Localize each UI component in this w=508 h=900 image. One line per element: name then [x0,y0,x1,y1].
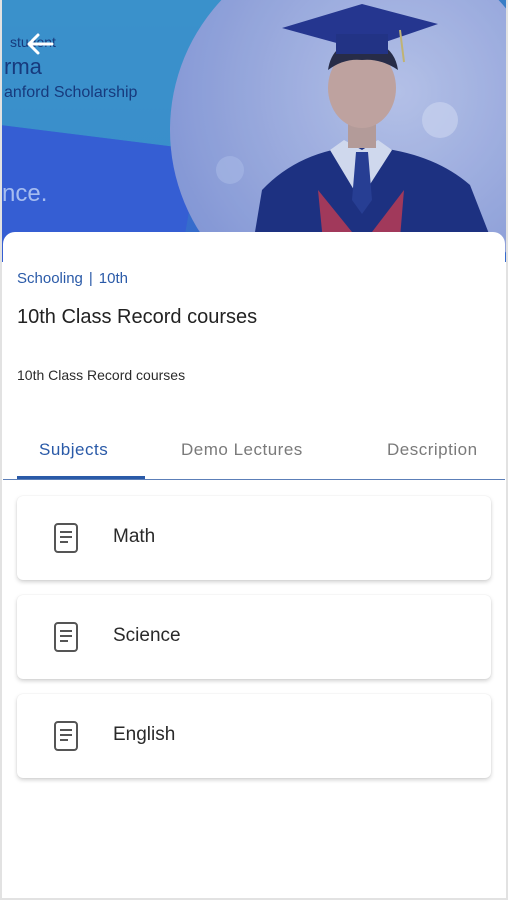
document-icon [54,721,78,751]
arrow-left-icon [27,33,54,55]
subject-card-math[interactable]: Math [17,496,491,580]
tab-description[interactable]: Description [387,440,478,460]
hero-illustration [0,0,508,262]
back-button[interactable] [22,28,58,60]
hero-caption-tagline: nce. [2,180,48,207]
course-subtitle: 10th Class Record courses [17,367,186,383]
tab-demo-lectures[interactable]: Demo Lectures [181,440,303,460]
subject-card-english[interactable]: English [17,694,491,778]
document-icon [54,622,78,652]
breadcrumb: Schooling | 10th [17,270,128,287]
active-tab-indicator [17,476,145,479]
subject-name: Science [113,625,181,646]
subject-name: English [113,724,176,745]
course-tabs: Subjects Demo Lectures Description [3,428,505,480]
course-detail-sheet: Schooling | 10th 10th Class Record courses… [3,232,505,900]
hero-banner: student rma anford Scholarship nce. [0,0,508,262]
breadcrumb-level: 10th [98,270,128,287]
hero-caption-scholarship: anford Scholarship [4,84,138,101]
breadcrumb-category: Schooling [17,270,83,287]
breadcrumb-separator: | [88,270,93,287]
document-icon [54,523,78,553]
subject-name: Math [113,526,156,547]
tab-subjects[interactable]: Subjects [39,440,108,460]
course-title: 10th Class Record courses [17,306,258,328]
subject-card-science[interactable]: Science [17,595,491,679]
